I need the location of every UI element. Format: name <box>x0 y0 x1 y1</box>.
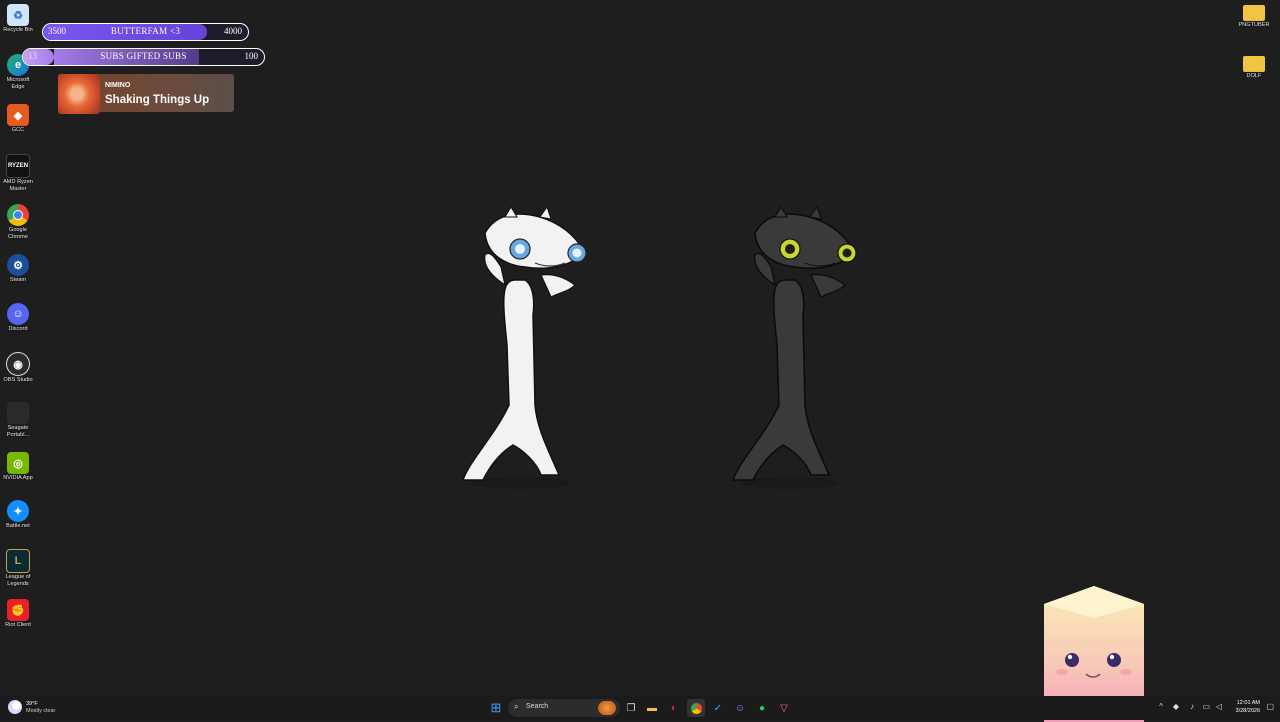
spotify-icon: ● <box>758 702 766 714</box>
now-playing-artist: NIMINO <box>105 82 131 89</box>
riot-icon: ◐ <box>670 702 678 714</box>
volume-icon[interactable]: ◁ <box>1216 702 1222 711</box>
obs-icon: ◉ <box>6 352 30 376</box>
taskbar-discord-button[interactable]: ☺ <box>731 699 749 717</box>
desktop-icon-seagate[interactable]: Seagate Portabl... <box>0 402 36 439</box>
goal-bar-gifted-subs: 13 SUBS GIFTED SUBS 100 <box>22 48 265 66</box>
desktop-icon-chrome[interactable]: Google Chrome <box>0 204 36 241</box>
moon-cloud-icon <box>8 700 22 714</box>
taskbar-search[interactable]: ⌕ Search <box>508 699 620 717</box>
search-highlight-icon <box>598 701 616 715</box>
chevron-up-icon[interactable]: ^ <box>1159 702 1163 711</box>
white-dragon-character <box>461 205 587 489</box>
taskbar-steam-button[interactable]: ✓ <box>709 699 727 717</box>
task-view-button[interactable]: ❐ <box>622 699 640 717</box>
desktop-icon-gcc[interactable]: ◆ GCC <box>0 104 36 134</box>
goal-title: BUTTERFAM <3 <box>110 26 181 36</box>
desktop-icon-league[interactable]: L League of Legends <box>0 549 36 588</box>
discord-icon: ☺ <box>7 303 29 325</box>
folder-icon <box>1243 56 1265 72</box>
desktop-icon-pngtuber[interactable]: PNGTUBER <box>1234 5 1274 29</box>
desktop-icon-discord[interactable]: ☺ Discord <box>0 303 36 333</box>
taskbar-spotify-button[interactable]: ● <box>753 699 771 717</box>
clock[interactable]: 12:01 AM 3/28/2026 <box>1236 699 1260 715</box>
folder-icon <box>1243 5 1265 21</box>
desktop-icon-amd-ryzen-master[interactable]: RYZEN AMD Ryzen Master <box>0 154 36 193</box>
goal-target: 100 <box>244 51 259 61</box>
microphone-icon[interactable]: ♪ <box>1190 702 1194 711</box>
now-playing-song: Shaking Things Up <box>105 94 210 106</box>
battlenet-icon: ✦ <box>7 500 29 522</box>
chrome-icon <box>690 702 702 714</box>
riot-icon: ✊ <box>7 599 29 621</box>
search-icon: ⌕ <box>514 702 519 711</box>
taskbar: 39°F Mostly clear ⊞ ⌕ Search ❐ ▬ ◐ ✓ ☺ ●… <box>0 696 1280 720</box>
clock-date: 3/28/2026 <box>1235 708 1260 714</box>
taskbar-riot-button[interactable]: ◐ <box>665 699 683 717</box>
black-dragon-character <box>731 205 857 489</box>
chrome-icon <box>7 204 29 226</box>
taskbar-app-button[interactable]: ▽ <box>775 699 793 717</box>
desktop-icon-recycle-bin[interactable]: ♻ Recycle Bin <box>0 4 36 34</box>
discord-icon: ☺ <box>734 702 746 714</box>
amd-ryzen-icon: RYZEN <box>6 154 30 178</box>
goal-bar-butterfam: 3500 BUTTERFAM <3 4000 <box>42 23 249 41</box>
tray-app-icon[interactable]: ◆ <box>1173 702 1179 711</box>
desktop-icon-steam[interactable]: ⚙ Steam <box>0 254 36 284</box>
windows-logo-icon: ⊞ <box>490 700 502 715</box>
start-button[interactable]: ⊞ <box>487 699 505 717</box>
taskbar-chrome-button[interactable] <box>687 699 705 717</box>
desktop-icon-battlenet[interactable]: ✦ Battle.net <box>0 500 36 530</box>
desktop-icon-dolf[interactable]: DOLF <box>1234 56 1274 80</box>
search-label: Search <box>526 703 549 710</box>
clock-time: 12:01 AM <box>1236 700 1260 706</box>
file-explorer-button[interactable]: ▬ <box>643 699 661 717</box>
seagate-icon <box>7 402 29 424</box>
app-icon: ▽ <box>780 702 788 714</box>
steam-icon: ⚙ <box>7 254 29 276</box>
notifications-icon[interactable]: ▢ <box>1266 702 1274 711</box>
now-playing-widget: NIMINO Shaking Things Up <box>58 74 234 114</box>
steam-icon: ✓ <box>713 702 723 714</box>
nvidia-icon: ◎ <box>7 452 29 474</box>
recycle-bin-icon: ♻ <box>7 4 29 26</box>
folder-icon: ▬ <box>647 702 657 714</box>
desktop-icon-nvidia[interactable]: ◎ NVIDIA App <box>0 452 36 482</box>
weather-condition: Mostly clear <box>26 708 56 714</box>
goal-title: SUBS GIFTED SUBS <box>100 51 187 61</box>
album-art <box>58 74 100 114</box>
goal-target: 4000 <box>224 26 242 36</box>
desktop-icon-obs[interactable]: ◉ OBS Studio <box>0 352 36 384</box>
task-view-icon: ❐ <box>626 702 636 714</box>
network-icon[interactable]: ▭ <box>1202 702 1210 711</box>
desktop-icon-riot-client[interactable]: ✊ Riot Client <box>0 599 36 629</box>
weather-temp: 39°F <box>26 701 38 707</box>
league-icon: L <box>6 549 30 573</box>
gcc-icon: ◆ <box>7 104 29 126</box>
